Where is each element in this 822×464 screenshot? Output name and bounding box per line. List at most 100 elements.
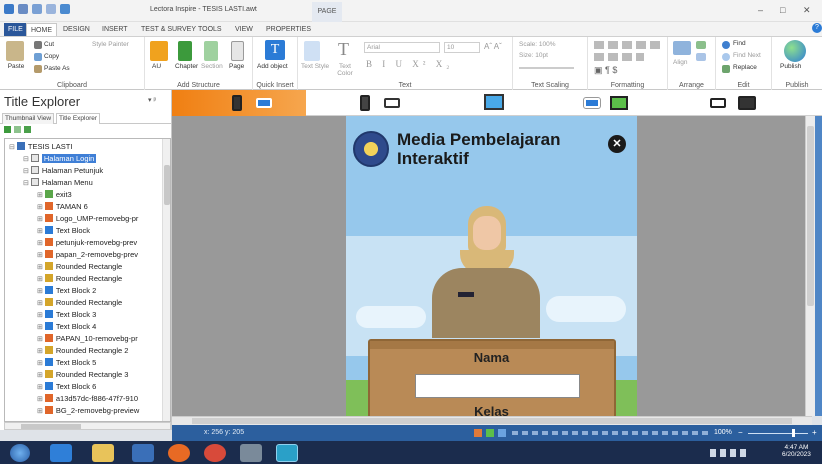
tab-title-explorer[interactable]: Title Explorer [56, 113, 101, 124]
expand-toggle-icon[interactable]: ⊞ [37, 192, 43, 199]
expand-all-icon[interactable] [4, 126, 11, 133]
tree-item[interactable]: ⊞ PAPAN_10-removebg-pr [37, 333, 138, 345]
ie-icon[interactable] [50, 444, 72, 462]
workspace-horizontal-scrollbar[interactable] [172, 416, 812, 425]
alignment-tool-icons[interactable] [512, 431, 708, 435]
tree-item[interactable]: ⊞ a13d57dc-f886-47f7-910 [37, 393, 138, 405]
expand-toggle-icon[interactable]: ⊞ [37, 216, 43, 223]
tree-scroll-thumb[interactable] [164, 165, 170, 205]
add-object-button[interactable]: Add object [257, 63, 288, 70]
expand-toggle-icon[interactable]: ⊞ [37, 360, 43, 367]
expand-toggle-icon[interactable]: ⊞ [37, 384, 43, 391]
media-player-icon[interactable] [132, 444, 154, 462]
page-button[interactable]: Page [229, 63, 244, 70]
grow-font-icon[interactable]: Aˆ Aˇ [484, 42, 502, 51]
expand-toggle-icon[interactable]: ⊞ [37, 372, 43, 379]
save-icon[interactable] [18, 4, 28, 14]
tree-item[interactable]: ⊟ Halaman Login [23, 153, 97, 165]
tree-item[interactable]: ⊞ Rounded Rectangle [37, 261, 122, 273]
font-size-select[interactable]: 10 [444, 42, 480, 53]
tree-item[interactable]: ⊞ Rounded Rectangle 3 [37, 369, 128, 381]
tree-item[interactable]: ⊞ Text Block 6 [37, 381, 96, 393]
tab-file[interactable]: FILE [4, 23, 27, 36]
tab-test-survey[interactable]: TEST & SURVEY [137, 23, 200, 36]
tree-item[interactable]: ⊟ Halaman Menu [23, 177, 93, 189]
tree-item[interactable]: ⊟ TESIS LASTI [9, 141, 72, 153]
start-button-icon[interactable] [10, 444, 30, 462]
tab-home[interactable]: HOME [26, 23, 57, 36]
publish-button[interactable]: Publish [780, 63, 801, 70]
tablet-portrait-icon[interactable] [360, 95, 370, 111]
status-tool-icon[interactable] [474, 429, 482, 437]
expand-toggle-icon[interactable]: ⊞ [37, 240, 43, 247]
tab-insert[interactable]: INSERT [98, 23, 132, 36]
tree-hscroll-thumb[interactable] [21, 424, 81, 429]
expand-toggle-icon[interactable]: ⊞ [37, 276, 43, 283]
lectora-taskbar-icon[interactable] [276, 444, 298, 462]
bring-forward-icon[interactable] [696, 41, 706, 49]
tree-item[interactable]: ⊞ Rounded Rectangle [37, 297, 122, 309]
wide-screen-icon[interactable] [610, 96, 628, 110]
paragraph-icon[interactable]: ▣ ¶ $ [594, 65, 617, 76]
tree-item[interactable]: ⊟ Halaman Petunjuk [23, 165, 103, 177]
tree-item[interactable]: ⊞ Text Block 2 [37, 285, 96, 297]
text-style-button[interactable]: Text Style [301, 63, 329, 70]
collapse-all-icon[interactable] [14, 126, 21, 133]
right-side-panel-strip[interactable] [815, 116, 822, 416]
expand-toggle-icon[interactable]: ⊞ [37, 264, 43, 271]
tree-item[interactable]: ⊞ exit3 [37, 189, 72, 201]
desktop-icon[interactable] [484, 94, 504, 110]
chapter-button[interactable]: Chapter [175, 63, 198, 70]
help-icon[interactable]: ? [812, 23, 822, 33]
tab-thumbnail-view[interactable]: Thumbnail View [2, 113, 55, 124]
paste-as-button[interactable]: Paste As [44, 65, 70, 72]
redo-icon[interactable] [46, 4, 56, 14]
expand-toggle-icon[interactable]: ⊟ [23, 156, 29, 163]
zoom-slider-thumb[interactable] [792, 429, 795, 437]
tablet-landscape-icon[interactable] [384, 98, 400, 108]
minimize-button[interactable]: – [758, 5, 763, 15]
tree-item[interactable]: ⊞ Text Block 3 [37, 309, 96, 321]
style-painter-button[interactable]: Style Painter [92, 41, 129, 48]
expand-toggle-icon[interactable]: ⊞ [37, 348, 43, 355]
scale-value[interactable]: Scale: 100% [519, 41, 556, 48]
replace-button[interactable]: Replace [733, 64, 757, 71]
expand-toggle-icon[interactable]: ⊞ [37, 324, 43, 331]
workspace-vertical-scrollbar[interactable] [805, 116, 815, 416]
tree-item[interactable]: ⊞ TAMAN 6 [37, 201, 88, 213]
zoom-in-button[interactable]: + [812, 428, 817, 437]
undo-icon[interactable] [32, 4, 42, 14]
align-button[interactable]: Align [673, 59, 687, 66]
status-tool-icon[interactable] [498, 429, 506, 437]
text-color-button[interactable]: Text Color [334, 63, 356, 77]
status-tool-icon[interactable] [486, 429, 494, 437]
tree-vertical-scrollbar[interactable] [162, 139, 170, 421]
tree-item[interactable]: ⊞ Rounded Rectangle [37, 273, 122, 285]
wide-landscape-icon[interactable] [583, 97, 601, 109]
find-next-button[interactable]: Find Next [733, 52, 761, 59]
expand-toggle-icon[interactable]: ⊞ [37, 312, 43, 319]
tab-design[interactable]: DESIGN [59, 23, 94, 36]
expand-toggle-icon[interactable]: ⊟ [23, 168, 29, 175]
au-button[interactable]: AU [152, 63, 161, 70]
expand-toggle-icon[interactable]: ⊟ [23, 180, 29, 187]
firefox-icon[interactable] [168, 444, 190, 462]
system-tray-icons[interactable] [710, 449, 750, 457]
clock[interactable]: 4:47 AM 6/20/2023 [782, 444, 811, 458]
device-phone-active[interactable] [172, 90, 306, 116]
page-stage[interactable]: Media Pembelajaran Interaktif ✕ Nama Kel… [346, 116, 637, 416]
file-explorer-icon[interactable] [92, 444, 114, 462]
tree-item[interactable]: ⊞ petunjuk-removebg-prev [37, 237, 137, 249]
expand-toggle-icon[interactable]: ⊞ [37, 228, 43, 235]
expand-toggle-icon[interactable]: ⊞ [37, 408, 43, 415]
send-backward-icon[interactable] [696, 53, 706, 61]
expand-toggle-icon[interactable]: ⊞ [37, 336, 43, 343]
preview-icon[interactable] [60, 4, 70, 14]
tab-properties[interactable]: PROPERTIES [262, 23, 315, 36]
app-icon[interactable] [240, 444, 262, 462]
tab-tools[interactable]: TOOLS [194, 23, 226, 36]
expand-toggle-icon[interactable]: ⊞ [37, 300, 43, 307]
section-button[interactable]: Section [201, 63, 223, 70]
expand-toggle-icon[interactable]: ⊞ [37, 252, 43, 259]
tree-item[interactable]: ⊞ BG_2-removebg-preview [37, 405, 139, 417]
